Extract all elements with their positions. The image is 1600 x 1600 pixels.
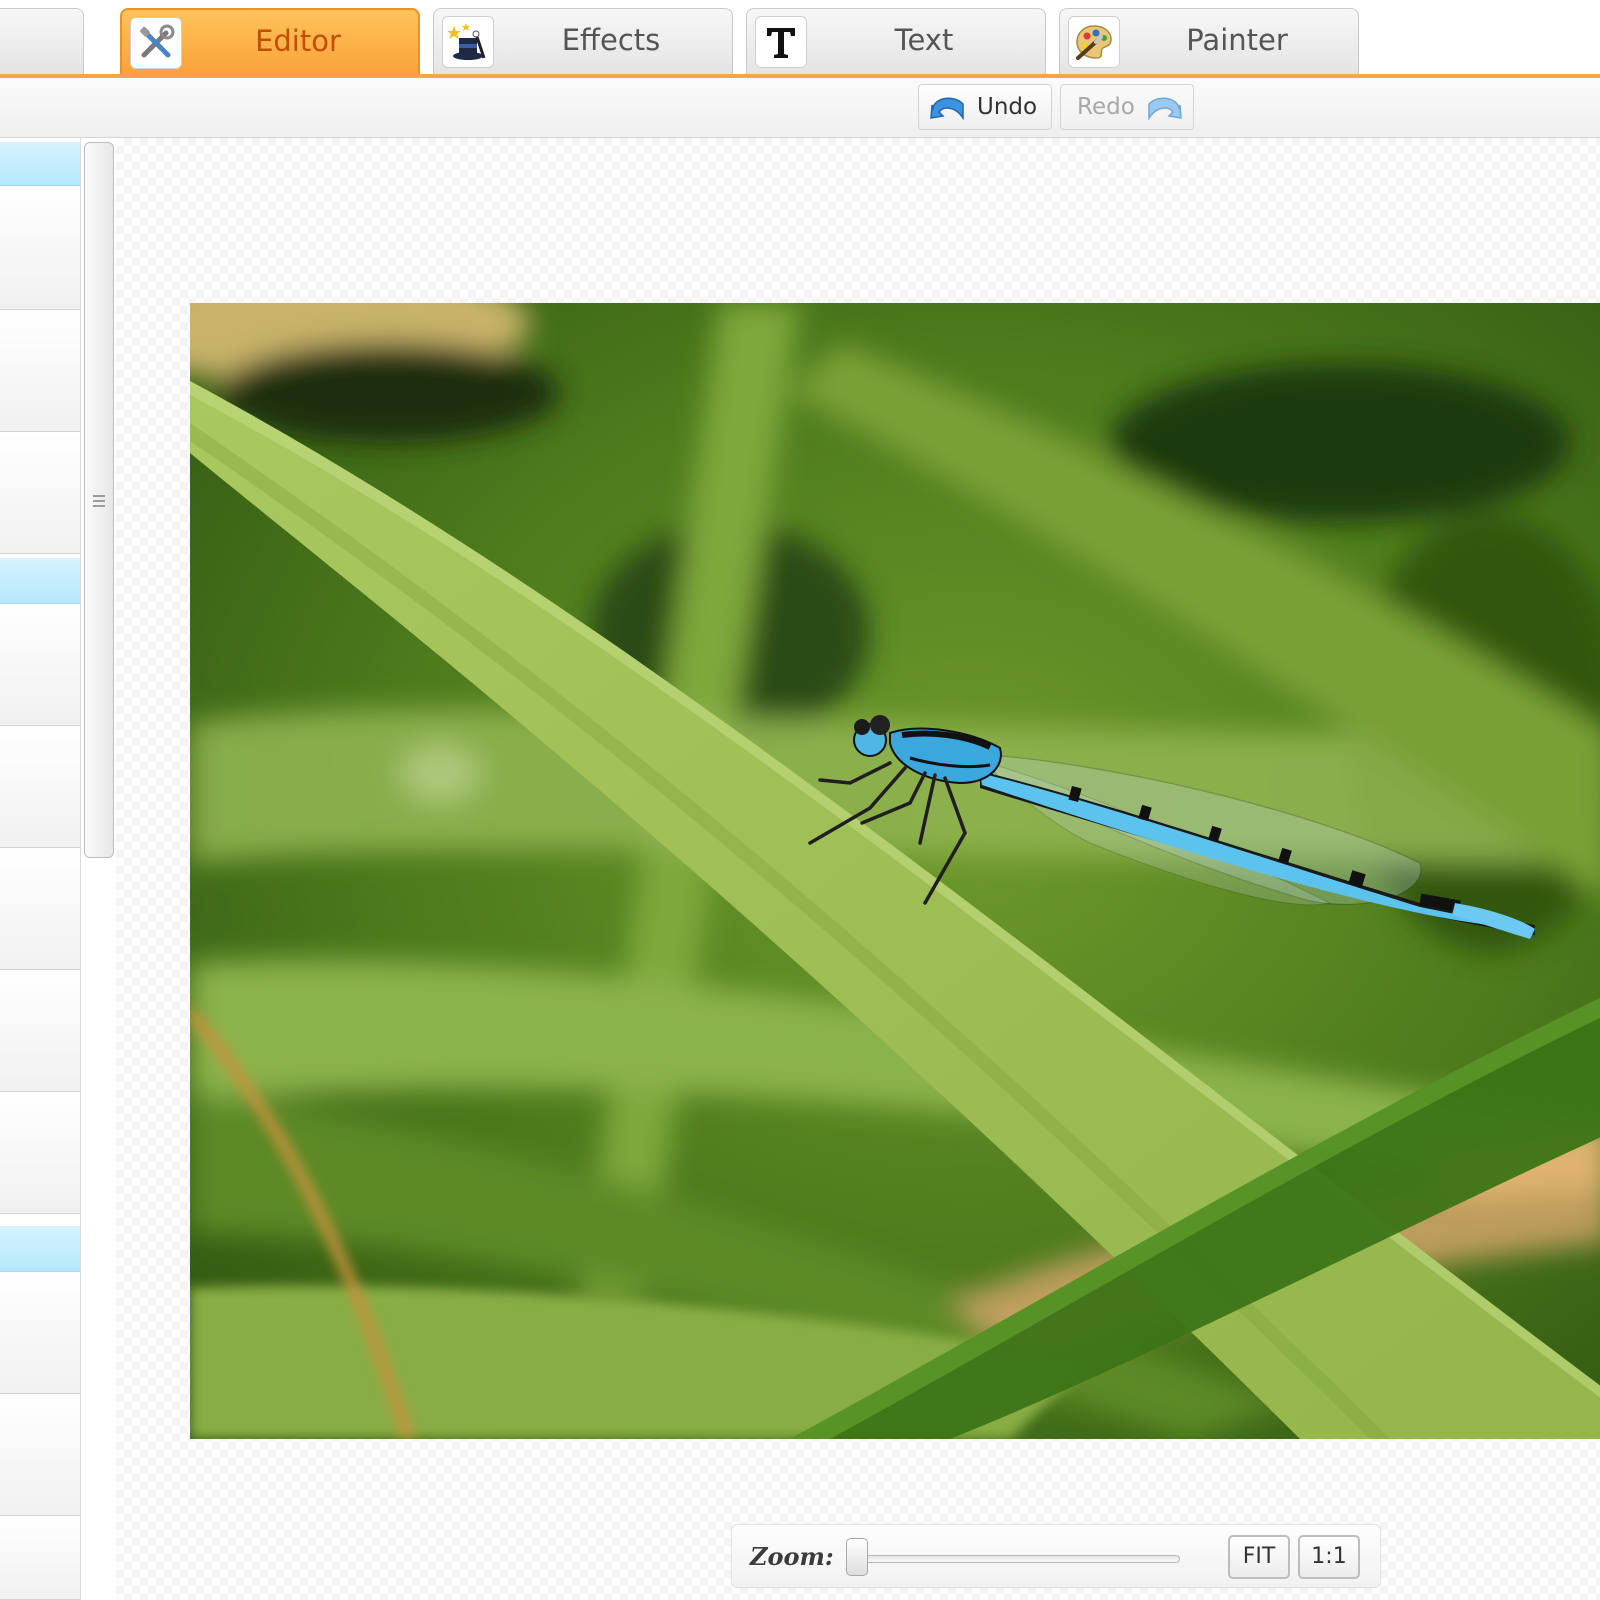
toolbar: Undo Redo <box>0 78 1600 138</box>
zoom-fit-button[interactable]: FIT <box>1228 1535 1290 1579</box>
panel-tool-item[interactable] <box>0 970 80 1092</box>
tab-label: Effects <box>561 23 661 57</box>
panel-section-header[interactable] <box>0 1226 80 1272</box>
tab-text[interactable]: Text <box>746 8 1046 74</box>
magic-hat-icon <box>442 16 494 68</box>
panel-scrollbar[interactable] <box>84 142 114 858</box>
zoom-slider-track[interactable] <box>852 1555 1180 1563</box>
photo-editor-window: Editor Effects Text Painter Undo Redo Zo… <box>0 0 1600 1600</box>
redo-label: Redo <box>1077 94 1135 120</box>
panel-tool-item[interactable] <box>0 1272 80 1394</box>
tab-painter[interactable]: Painter <box>1059 8 1359 74</box>
redo-button[interactable]: Redo <box>1060 84 1194 130</box>
tab-editor[interactable]: Editor <box>120 8 420 74</box>
panel-tool-item[interactable] <box>0 1092 80 1214</box>
panel-tool-item[interactable] <box>0 604 80 726</box>
damselfly-photo <box>190 303 1600 1439</box>
tab-effects[interactable]: Effects <box>433 8 733 74</box>
zoom-one-to-one-button[interactable]: 1:1 <box>1298 1535 1360 1579</box>
undo-label: Undo <box>977 94 1038 120</box>
tab-left-stub[interactable] <box>0 8 84 74</box>
panel-section-header[interactable] <box>0 142 80 186</box>
scrollbar-grip-icon <box>93 495 105 507</box>
panel-tool-item[interactable] <box>0 186 80 310</box>
tab-label: Text <box>894 23 954 57</box>
zoom-label: Zoom: <box>750 1542 834 1571</box>
palette-icon <box>1068 16 1120 68</box>
image-canvas[interactable] <box>116 138 1600 1600</box>
photo-image[interactable] <box>190 303 1600 1439</box>
tab-bar: Editor Effects Text Painter <box>0 0 1600 78</box>
panel-tool-item[interactable] <box>0 432 80 554</box>
tab-label: Editor <box>255 24 341 58</box>
tab-label: Painter <box>1186 23 1288 57</box>
panel-tool-item[interactable] <box>0 310 80 432</box>
tools-icon <box>130 17 182 69</box>
panel-tool-item[interactable] <box>0 726 80 848</box>
undo-arrow-icon <box>930 97 964 121</box>
undo-button[interactable]: Undo <box>918 84 1052 130</box>
zoom-bar: Zoom: FIT 1:1 <box>731 1524 1381 1588</box>
redo-arrow-icon <box>1148 97 1182 121</box>
text-t-icon <box>755 16 807 68</box>
panel-tool-item[interactable] <box>0 1516 80 1600</box>
panel-tool-item[interactable] <box>0 1394 80 1516</box>
zoom-slider-thumb[interactable] <box>846 1538 868 1576</box>
panel-tool-item[interactable] <box>0 848 80 970</box>
panel-section-header[interactable] <box>0 558 80 604</box>
tool-panel <box>0 138 81 1600</box>
